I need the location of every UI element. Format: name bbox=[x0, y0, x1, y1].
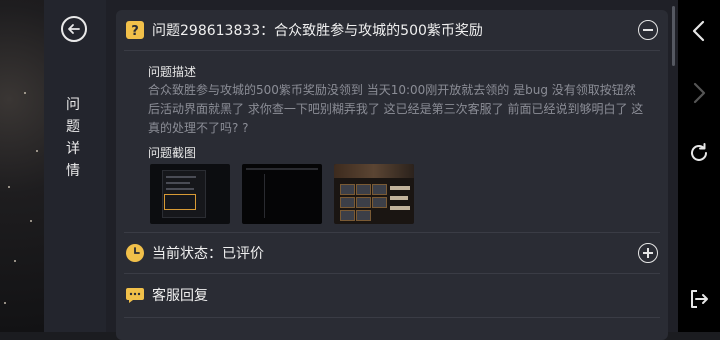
screenshot-thumbnail-2[interactable] bbox=[242, 164, 322, 224]
chevron-right-icon bbox=[693, 82, 706, 104]
question-icon: ? bbox=[124, 19, 146, 41]
divider bbox=[124, 50, 660, 51]
collapse-button[interactable] bbox=[638, 20, 658, 40]
divider bbox=[124, 317, 660, 318]
screenshot-thumbnail-1[interactable] bbox=[150, 164, 230, 224]
issue-card: ? 问题298613833：合众致胜参与攻城的500紫币奖励 问题描述 合众致胜… bbox=[116, 10, 668, 340]
status-row[interactable]: 当前状态：已评价 bbox=[124, 234, 660, 272]
side-title-char: 情 bbox=[66, 163, 80, 179]
nav-back-button[interactable] bbox=[686, 18, 712, 44]
scrollbar[interactable] bbox=[672, 6, 675, 66]
side-title: 问 题 详 情 bbox=[64, 94, 82, 182]
system-nav-bar bbox=[678, 0, 720, 332]
screenshot-thumbnail-3[interactable] bbox=[334, 164, 414, 224]
background-art bbox=[0, 0, 44, 332]
svg-text:?: ? bbox=[131, 24, 139, 39]
reply-row[interactable]: 客服回复 bbox=[124, 276, 660, 314]
refresh-button[interactable] bbox=[686, 140, 712, 166]
exit-button[interactable] bbox=[686, 286, 712, 312]
status-text: 当前状态：已评价 bbox=[152, 246, 264, 262]
exit-icon bbox=[691, 290, 708, 308]
side-title-char: 题 bbox=[66, 119, 80, 135]
screenshot-label: 问题截图 bbox=[148, 146, 197, 160]
clock-icon bbox=[124, 242, 146, 264]
back-button[interactable] bbox=[61, 16, 87, 42]
side-title-char: 问 bbox=[66, 97, 80, 113]
arrow-left-icon bbox=[68, 24, 80, 34]
divider bbox=[124, 273, 660, 274]
divider bbox=[124, 232, 660, 233]
chat-icon bbox=[124, 284, 146, 306]
description-label: 问题描述 bbox=[148, 65, 197, 79]
side-panel: 问 题 详 情 bbox=[44, 0, 106, 332]
chevron-left-icon bbox=[692, 20, 705, 42]
issue-description: 合众致胜参与攻城的500紫币奖励没领到 当天10:00刚开放就去领的 是bug … bbox=[148, 83, 644, 135]
side-title-char: 详 bbox=[66, 141, 80, 157]
nav-forward-button[interactable] bbox=[686, 80, 712, 106]
reply-label: 客服回复 bbox=[152, 288, 208, 304]
issue-title: 问题298613833：合众致胜参与攻城的500紫币奖励 bbox=[152, 23, 483, 39]
refresh-icon bbox=[691, 143, 707, 161]
issue-header[interactable]: ? 问题298613833：合众致胜参与攻城的500紫币奖励 bbox=[124, 11, 660, 49]
main-content: ? 问题298613833：合众致胜参与攻城的500紫币奖励 问题描述 合众致胜… bbox=[106, 0, 678, 340]
expand-button[interactable] bbox=[638, 243, 658, 263]
